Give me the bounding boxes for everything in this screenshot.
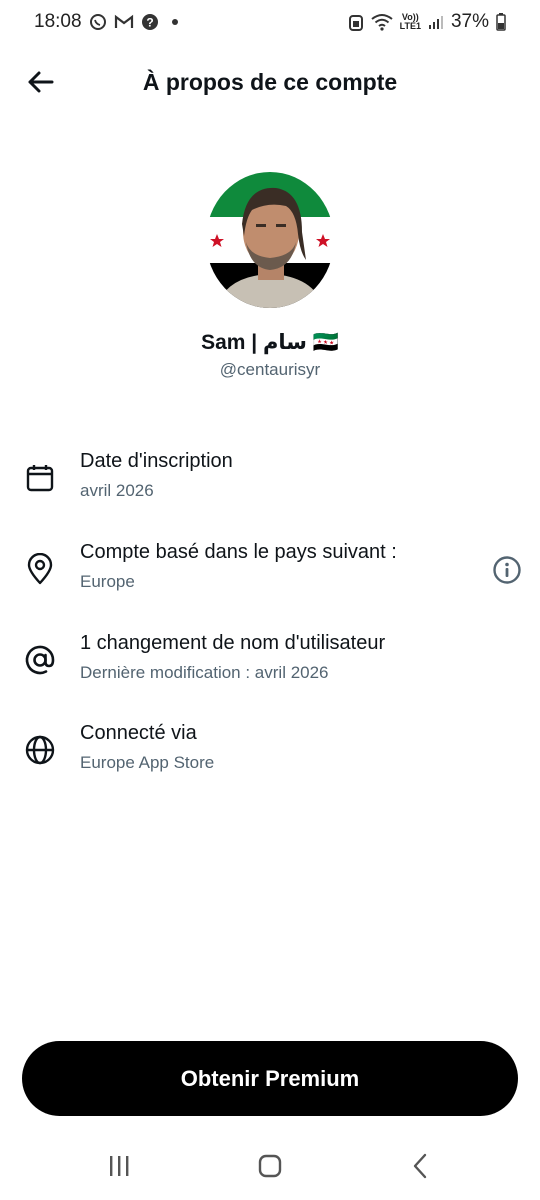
arrow-left-icon — [28, 71, 54, 93]
home-button[interactable] — [250, 1152, 290, 1180]
get-premium-button[interactable]: Obtenir Premium — [22, 1041, 518, 1116]
location-pin-icon — [24, 553, 56, 585]
username-handle: @centaurisyr — [219, 360, 321, 379]
row-join-date: Date d'inscription avril 2026 — [0, 450, 540, 520]
recent-apps-button[interactable] — [99, 1152, 139, 1180]
system-nav-bar — [0, 1140, 540, 1190]
wifi-icon — [371, 13, 393, 31]
svg-text:?: ? — [146, 16, 153, 30]
back-button[interactable] — [22, 62, 58, 102]
gmail-icon — [114, 14, 134, 30]
recent-apps-icon — [110, 1156, 129, 1176]
page-title: À propos de ce compte — [142, 68, 398, 95]
at-sign-icon — [24, 644, 56, 676]
home-icon — [258, 1154, 282, 1178]
row-label: 1 changement de nom d'utilisateur — [80, 632, 386, 654]
lte-bottom: LTE1 — [399, 21, 421, 31]
screen: 18:08 ? Vo)) LTE1 37% À propos de ce com… — [0, 0, 540, 1200]
calendar-icon — [24, 462, 56, 494]
row-subtext: Europe — [80, 572, 135, 591]
whatsapp-icon — [89, 13, 107, 31]
row-subtext: Dernière modification : avril 2026 — [80, 663, 329, 682]
row-subtext: Europe App Store — [80, 753, 215, 772]
info-button[interactable] — [490, 553, 524, 587]
row-connected-via: Connecté via Europe App Store — [0, 722, 540, 792]
row-subtext: avril 2026 — [80, 481, 154, 500]
row-label: Date d'inscription — [80, 450, 233, 472]
status-right: Vo)) LTE1 37% — [348, 11, 506, 33]
header: À propos de ce compte — [0, 52, 540, 112]
battery-icon — [496, 13, 506, 31]
avatar[interactable] — [206, 172, 334, 308]
lte-indicator: Vo)) LTE1 — [400, 13, 421, 31]
row-label: Compte basé dans le pays suivant : — [80, 541, 397, 563]
help-icon: ? — [141, 13, 159, 31]
chevron-left-icon — [413, 1153, 427, 1179]
row-label: Connecté via — [80, 722, 197, 744]
row-username-changes: 1 changement de nom d'utilisateur Derniè… — [0, 632, 540, 702]
system-back-button[interactable] — [400, 1152, 440, 1180]
row-country: Compte basé dans le pays suivant : Europ… — [0, 541, 540, 611]
display-name: Sam | سام 🇸🇾 — [201, 331, 339, 354]
notification-dot-icon — [171, 19, 178, 25]
battery-percent: 37% — [450, 11, 489, 32]
clock: 18:08 — [34, 11, 82, 32]
info-icon — [493, 556, 521, 584]
status-bar: 18:08 ? Vo)) LTE1 37% — [0, 0, 540, 44]
status-left: 18:08 ? — [34, 11, 178, 33]
signal-icon — [428, 14, 444, 30]
data-saver-icon — [348, 13, 364, 31]
globe-icon — [24, 734, 56, 766]
